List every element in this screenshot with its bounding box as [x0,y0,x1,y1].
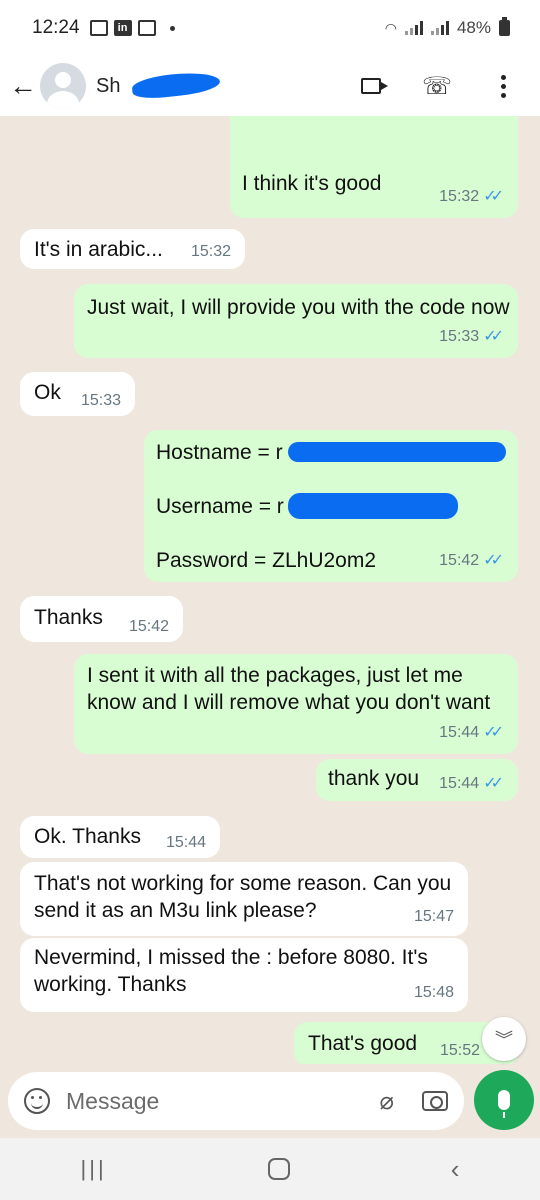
message-time: 15:44 [165,834,206,851]
message-text: Ok [34,381,61,404]
message-meta: 15:33 ✓✓ [439,323,504,350]
message-bubble-in[interactable]: Nevermind, I missed the : before 8080. I… [20,938,468,1012]
status-bar: 12:24 in ◠ 48% [0,0,540,56]
gallery-icon [89,20,108,36]
message-bubble-out[interactable]: Hostname = r Username = r Password = ZLh… [144,430,518,582]
message-text: Thanks [34,606,103,629]
hostname-line: Hostname = r [156,441,283,464]
redaction-mark [131,69,221,101]
back-nav-icon[interactable]: ‹ [451,1154,460,1185]
message-meta: 15:42 ✓✓ [439,547,504,574]
read-ticks-icon: ✓✓ [483,188,504,205]
read-ticks-icon: ✓✓ [483,724,504,741]
recents-nav-icon[interactable]: ||| [81,1156,107,1182]
chat-header: ← Sh s ☏ [0,56,540,116]
chat-area[interactable]: I think it's good 15:32 ✓✓ It's in arabi… [0,116,540,1064]
message-time: 15:52 [439,1042,480,1059]
message-time: 15:42 [128,618,169,635]
scroll-to-bottom-button[interactable]: ︾ [482,1017,526,1061]
message-bubble-out[interactable]: thank you 15:44 ✓✓ [316,759,518,801]
wifi-icon: ◠ [384,19,397,36]
message-time: 15:33 [439,328,480,345]
news-icon [137,20,156,36]
message-meta: 15:33 [81,387,121,414]
message-bubble-in[interactable]: It's in arabic... 15:32 [20,229,245,269]
voice-call-button[interactable]: ☏ [422,71,452,101]
message-composer: ⌀ [8,1072,464,1130]
attachment-icon[interactable]: ⌀ [380,1087,394,1116]
back-arrow-icon[interactable]: ← [8,70,38,101]
message-time: 15:48 [413,984,454,1001]
message-bubble-in[interactable]: That's not working for some reason. Can … [20,862,468,936]
message-input[interactable] [66,1087,346,1115]
message-time: 15:32 [190,243,231,260]
status-right: ◠ 48% [384,17,510,38]
chevron-double-down-icon: ︾ [495,1030,513,1050]
password-line: Password = ZLhU2om2 [156,549,377,572]
more-options-button[interactable] [488,71,518,101]
message-bubble-in[interactable]: Thanks 15:42 [20,596,183,642]
message-time: 15:47 [413,908,454,925]
message-text: That's not working for some reason. Can … [34,872,452,922]
message-text: That's good [308,1032,418,1055]
redaction-mark [288,442,506,462]
message-time: 15:42 [439,552,480,569]
more-icon [500,74,506,80]
signal-icon-2 [430,21,449,35]
video-call-button[interactable] [356,71,388,101]
message-bubble-in[interactable]: Ok. Thanks 15:44 [20,816,220,858]
message-meta: 15:32 ✓✓ [439,183,504,210]
camera-icon[interactable] [422,1091,448,1111]
video-call-icon [361,78,388,94]
message-text: I sent it with all the packages, just le… [87,664,491,714]
message-bubble-out[interactable]: Just wait, I will provide you with the c… [74,284,518,358]
phone-icon: ☏ [422,72,453,100]
message-text: Just wait, I will provide you with the c… [87,296,510,319]
message-meta: 15:47 [414,903,454,930]
contact-name-text: Sh [96,74,121,97]
status-time: 12:24 [32,17,80,38]
signal-icon-1 [404,21,423,35]
more-notifications-dot [169,25,175,31]
username-line: Username = r [156,495,284,518]
message-text: Nevermind, I missed the : before 8080. I… [34,946,428,996]
voice-message-button[interactable] [474,1070,534,1130]
linkedin-icon: in [113,20,132,36]
redaction-mark [288,493,458,519]
message-text: Ok. Thanks [34,825,141,848]
message-time: 15:33 [80,392,121,409]
message-meta: 15:42 [129,613,169,640]
message-text: thank you [328,767,420,790]
read-ticks-icon: ✓✓ [483,328,504,345]
avatar[interactable] [40,63,86,109]
message-bubble-out[interactable]: I think it's good 15:32 ✓✓ [230,116,518,218]
message-meta: 15:52 [440,1037,480,1064]
battery-icon [499,17,510,36]
contact-name[interactable]: Sh s [96,66,236,106]
battery-percent: 48% [456,18,491,37]
message-bubble-out[interactable]: I sent it with all the packages, just le… [74,654,518,754]
message-text: I think it's good [242,172,382,195]
message-text: It's in arabic... [34,238,163,261]
message-meta: 15:44 ✓✓ [439,719,504,746]
message-time: 15:44 [439,775,480,792]
read-ticks-icon: ✓✓ [483,775,504,792]
system-nav-bar: ||| ‹ [0,1138,540,1200]
message-time: 15:32 [439,188,480,205]
read-ticks-icon: ✓✓ [483,552,504,569]
emoji-icon[interactable] [24,1088,50,1114]
message-meta: 15:32 [191,238,231,265]
status-app-icons: in [89,20,175,36]
message-meta: 15:44 [166,829,206,856]
microphone-icon [498,1090,510,1118]
message-bubble-in[interactable]: Ok 15:33 [20,372,135,416]
message-time: 15:44 [439,724,480,741]
home-nav-icon[interactable] [267,1158,290,1180]
message-meta: 15:44 ✓✓ [439,770,504,797]
message-meta: 15:48 [414,979,454,1006]
